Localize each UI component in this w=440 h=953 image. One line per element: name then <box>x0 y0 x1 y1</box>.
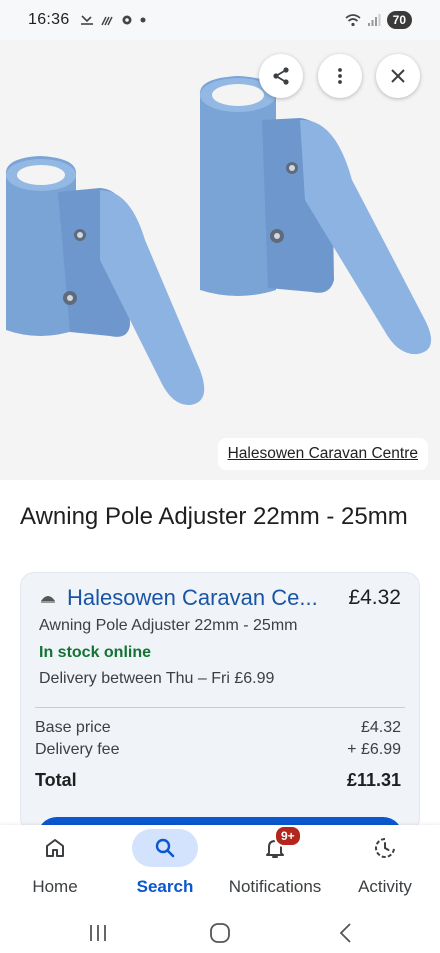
nav-item-search[interactable]: Search <box>110 825 220 913</box>
product-title: Awning Pole Adjuster 22mm - 25mm <box>20 503 408 530</box>
merchant-name-link[interactable]: Halesowen Caravan Ce... <box>67 585 348 611</box>
base-price-row: Base price £4.32 <box>35 719 401 737</box>
nav-item-activity[interactable]: Activity <box>330 825 440 913</box>
more-options-button[interactable] <box>318 54 362 98</box>
signal-icon <box>367 14 381 26</box>
delivery-fee-label: Delivery fee <box>35 741 120 758</box>
product-photo <box>5 76 432 406</box>
nav-label-notifications: Notifications <box>228 877 322 896</box>
close-icon <box>391 69 405 83</box>
delivery-info: Delivery between Thu – Fri £6.99 <box>39 670 275 687</box>
merchant-row: Halesowen Caravan Ce... £4.32 <box>39 585 401 611</box>
more-vert-icon <box>338 68 342 84</box>
status-bar: 16:36 70 <box>0 0 440 40</box>
missed-call-icon <box>80 15 93 25</box>
settings-gear-icon <box>122 15 132 25</box>
bottom-navigation: Home Search 9+ Notifications Activity <box>0 825 440 913</box>
recent-apps-icon <box>90 925 106 941</box>
pole-clamp-right <box>199 76 432 355</box>
offer-card[interactable]: Halesowen Caravan Ce... £4.32 Awning Pol… <box>20 572 420 857</box>
status-time: 16:36 <box>28 11 70 28</box>
product-image[interactable]: Halesowen Caravan Centre <box>0 40 440 480</box>
status-notification-icons <box>80 13 146 27</box>
wifi-calling-icon <box>100 16 113 26</box>
dot-icon <box>140 17 146 23</box>
total-row: Total £11.31 <box>35 770 401 791</box>
nav-item-home[interactable]: Home <box>0 825 110 913</box>
battery-indicator: 70 <box>386 11 412 29</box>
history-icon <box>375 838 395 858</box>
nav-pill-home <box>22 829 88 867</box>
divider <box>35 707 405 708</box>
availability-status: In stock online <box>39 644 152 661</box>
home-system-button[interactable] <box>200 913 240 953</box>
system-navigation-bar <box>0 913 440 953</box>
back-chevron-icon <box>339 923 351 943</box>
home-icon <box>46 839 64 857</box>
share-icon <box>273 67 289 85</box>
base-price-label: Base price <box>35 719 111 736</box>
nav-label-activity: Activity <box>358 877 412 896</box>
nav-item-notifications[interactable]: 9+ Notifications <box>220 825 330 913</box>
nav-pill-search <box>132 829 198 867</box>
nav-label-search: Search <box>136 877 194 896</box>
nav-pill-activity <box>352 829 418 867</box>
home-circle-icon <box>210 923 230 943</box>
recent-apps-button[interactable] <box>78 913 118 953</box>
wifi-icon <box>345 14 361 27</box>
total-value: £11.31 <box>346 770 401 790</box>
offer-item-name: Awning Pole Adjuster 22mm - 25mm <box>39 617 298 634</box>
delivery-fee-row: Delivery fee + £6.99 <box>35 741 401 759</box>
merchant-logo-icon <box>41 596 55 603</box>
search-icon <box>155 838 175 858</box>
status-right-icons: 70 <box>345 11 412 29</box>
nav-pill-notifications: 9+ <box>242 825 308 867</box>
delivery-fee-value: + £6.99 <box>347 741 401 758</box>
image-source-link[interactable]: Halesowen Caravan Centre <box>217 438 428 470</box>
pole-clamp-left <box>5 156 205 406</box>
merchant-price: £4.32 <box>348 586 401 609</box>
nav-label-home: Home <box>32 877 78 896</box>
notification-badge: 9+ <box>274 825 302 847</box>
total-label: Total <box>35 770 77 790</box>
base-price-value: £4.32 <box>360 719 401 736</box>
back-button[interactable] <box>326 913 366 953</box>
share-button[interactable] <box>259 54 303 98</box>
close-button[interactable] <box>376 54 420 98</box>
